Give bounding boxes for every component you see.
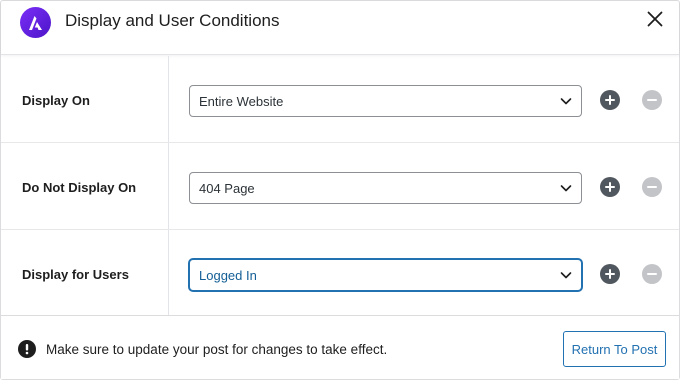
row-label: Do Not Display On bbox=[22, 180, 137, 195]
return-to-post-button[interactable]: Return To Post bbox=[563, 331, 666, 367]
row-label: Display for Users bbox=[22, 267, 129, 282]
plus-circle-icon[interactable] bbox=[600, 90, 620, 110]
select-value: Entire Website bbox=[199, 93, 284, 109]
chevron-down-icon bbox=[560, 98, 572, 105]
astra-logo-icon bbox=[20, 7, 51, 38]
row-label: Display On bbox=[22, 93, 90, 108]
select-value: 404 Page bbox=[199, 180, 255, 196]
update-notice: Make sure to update your post for change… bbox=[46, 342, 388, 357]
minus-circle-icon[interactable] bbox=[642, 90, 662, 110]
select-value: Logged In bbox=[199, 267, 257, 283]
display-for-users-select[interactable]: Logged In bbox=[189, 259, 582, 291]
exclamation-circle-icon bbox=[18, 340, 36, 358]
condition-row-exclude: Do Not Display On 404 Page bbox=[1, 143, 679, 230]
modal-title: Display and User Conditions bbox=[65, 11, 280, 30]
do-not-display-select[interactable]: 404 Page bbox=[189, 172, 582, 204]
condition-row-users: Display for Users Logged In bbox=[1, 230, 679, 317]
plus-circle-icon[interactable] bbox=[600, 264, 620, 284]
condition-row-display-on: Display On Entire Website bbox=[1, 56, 679, 143]
display-on-select[interactable]: Entire Website bbox=[189, 85, 582, 117]
minus-circle-icon[interactable] bbox=[642, 177, 662, 197]
chevron-down-icon bbox=[560, 272, 572, 279]
modal-header: Display and User Conditions bbox=[1, 1, 679, 55]
close-icon[interactable] bbox=[643, 7, 667, 31]
chevron-down-icon bbox=[560, 185, 572, 192]
conditions-body: Display On Entire Website Do Not Display… bbox=[1, 56, 679, 315]
conditions-modal: Display and User Conditions Display On E… bbox=[0, 0, 680, 380]
modal-footer: Make sure to update your post for change… bbox=[1, 315, 679, 379]
minus-circle-icon[interactable] bbox=[642, 264, 662, 284]
plus-circle-icon[interactable] bbox=[600, 177, 620, 197]
